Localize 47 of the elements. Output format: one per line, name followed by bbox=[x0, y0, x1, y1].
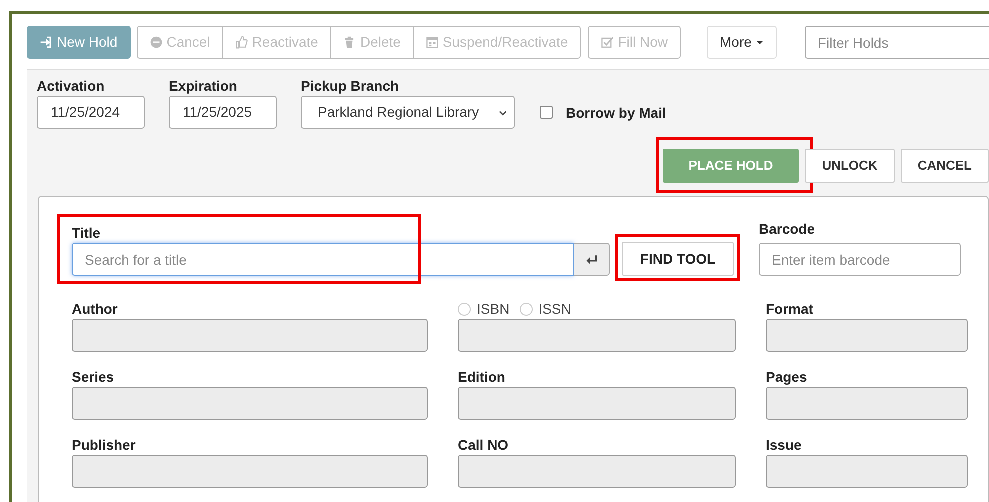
read-only-field[interactable] bbox=[458, 319, 736, 352]
filter-field[interactable]: Filter Holds bbox=[804, 26, 989, 59]
thumbs-up-icon bbox=[235, 36, 248, 49]
date-field[interactable]: 11/25/2024 bbox=[37, 96, 145, 129]
calendar-icon bbox=[426, 36, 439, 49]
field-label: Expiration bbox=[169, 78, 238, 94]
minus-circle-icon bbox=[150, 36, 163, 49]
field-label: Edition bbox=[458, 369, 506, 385]
radio-label: ISBN bbox=[477, 300, 510, 318]
barcode-field[interactable]: Enter item barcode bbox=[759, 243, 961, 276]
checkbox-icon bbox=[601, 36, 614, 49]
radio-button[interactable] bbox=[458, 302, 471, 316]
radio-button[interactable] bbox=[520, 302, 533, 316]
find-tool-button[interactable]: FIND TOOL bbox=[622, 242, 734, 276]
action-button[interactable]: UNLOCK bbox=[805, 149, 895, 183]
read-only-field[interactable] bbox=[72, 319, 428, 352]
title-search-field[interactable]: Search for a title bbox=[72, 243, 574, 276]
field-label: Issue bbox=[766, 437, 803, 453]
enter-icon bbox=[584, 252, 598, 266]
field-label: Publisher bbox=[72, 437, 137, 453]
checkbox-label: Borrow by Mail bbox=[566, 104, 666, 120]
enter-button[interactable] bbox=[574, 243, 610, 276]
field-label: Format bbox=[766, 301, 814, 317]
radio-label: ISSN bbox=[538, 300, 572, 318]
field-label: Title bbox=[72, 225, 102, 241]
field-label: Author bbox=[72, 301, 119, 317]
field-label: Barcode bbox=[759, 221, 816, 237]
more-dropdown-button[interactable]: More bbox=[707, 26, 777, 59]
field-label: Pages bbox=[766, 369, 808, 385]
field-label: Call NO bbox=[458, 437, 510, 453]
read-only-field[interactable] bbox=[766, 455, 968, 488]
read-only-field[interactable] bbox=[766, 319, 968, 352]
borrow-by-mail-checkbox[interactable] bbox=[540, 106, 553, 119]
action-button[interactable]: CANCEL bbox=[900, 149, 989, 183]
trash-icon bbox=[343, 36, 356, 49]
sign-in-icon bbox=[40, 36, 53, 49]
branch-select[interactable]: Parkland Regional Library bbox=[301, 96, 515, 129]
read-only-field[interactable] bbox=[766, 387, 968, 420]
caret-icon bbox=[756, 38, 764, 46]
read-only-field[interactable] bbox=[458, 387, 736, 420]
field-label: Pickup Branch bbox=[301, 78, 400, 94]
field-label: Series bbox=[72, 369, 116, 385]
read-only-field[interactable] bbox=[72, 455, 428, 488]
field-label: Activation bbox=[37, 78, 106, 94]
read-only-field[interactable] bbox=[72, 387, 428, 420]
read-only-field[interactable] bbox=[458, 455, 736, 488]
date-field[interactable]: 11/25/2025 bbox=[169, 96, 277, 129]
